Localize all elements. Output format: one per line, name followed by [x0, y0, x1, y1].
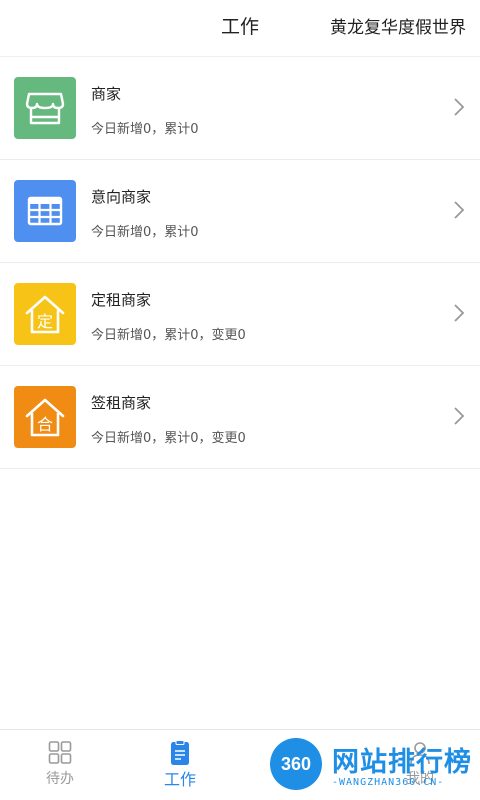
item-name: 商家	[91, 85, 122, 103]
grid-icon	[48, 741, 72, 764]
org-name[interactable]: 黄龙复华度假世界	[330, 13, 466, 38]
clipboard-icon	[171, 740, 189, 765]
list-item-intended-merchants[interactable]: 意向商家 今日新增0，累计0	[0, 160, 480, 263]
item-stats: 今日新增0，累计0，变更0	[91, 431, 246, 446]
item-stats: 今日新增0，累计0	[91, 122, 199, 137]
storefront-icon	[14, 77, 76, 139]
tab-label: 工作	[163, 770, 196, 789]
house-he-icon: 合	[14, 386, 76, 448]
list-item-booked-merchants[interactable]: 定 定租商家 今日新增0，累计0，变更0	[0, 263, 480, 366]
item-stats: 今日新增0，累计0	[91, 225, 199, 240]
tab-todo[interactable]: 待办	[0, 730, 120, 800]
chevron-right-icon	[454, 201, 465, 219]
chevron-right-icon	[454, 98, 465, 116]
chevron-right-icon	[454, 304, 465, 322]
item-name: 签租商家	[91, 394, 152, 412]
icon-glyph: 合	[37, 415, 53, 434]
chevron-right-icon	[454, 407, 465, 425]
house-ding-icon: 定	[14, 283, 76, 345]
list-item-signed-merchants[interactable]: 合 签租商家 今日新增0，累计0，变更0	[0, 366, 480, 469]
tab-label: 待办	[46, 771, 74, 787]
list-item-merchants[interactable]: 商家 今日新增0，累计0	[0, 57, 480, 160]
watermark-text: 网站排行榜	[332, 747, 472, 778]
watermark-badge: 360	[270, 738, 322, 790]
merchant-category-list: 商家 今日新增0，累计0 意向商家 今日新增0，累计0 定 定租商家 今日新增0…	[0, 57, 480, 469]
icon-glyph: 定	[37, 312, 53, 331]
item-name: 定租商家	[91, 291, 152, 309]
app-header: 工作 黄龙复华度假世界	[0, 0, 480, 57]
item-name: 意向商家	[91, 188, 152, 206]
tab-work[interactable]: 工作	[120, 730, 240, 800]
watermark-url: -WANGZHAN360.CN-	[332, 777, 445, 788]
table-grid-icon	[14, 180, 76, 242]
watermark: 360 网站排行榜 -WANGZHAN360.CN-	[270, 736, 475, 796]
item-stats: 今日新增0，累计0，变更0	[91, 328, 246, 343]
